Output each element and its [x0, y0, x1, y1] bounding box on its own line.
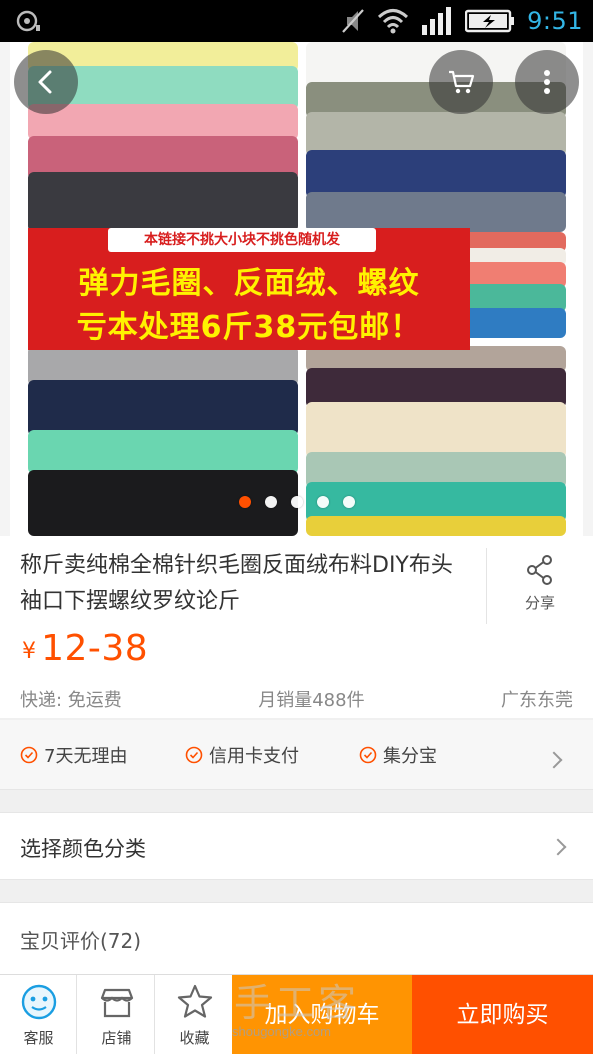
product-title: 称斤卖纯棉全棉针织毛圈反面绒布料DIY布头袖口下摆螺纹罗纹论斤	[20, 553, 453, 614]
cart-button[interactable]	[429, 50, 493, 114]
more-vertical-icon	[544, 70, 550, 94]
price: ¥ 12-38	[22, 628, 148, 669]
bottom-action-bar: 客服 店铺 收藏 加入购物车 立即购买	[0, 974, 593, 1054]
promo-banner-line2: 亏本处理6斤38元包邮！	[76, 310, 422, 345]
favorite-label: 收藏	[179, 1029, 210, 1047]
shopping-cart-icon	[449, 70, 475, 94]
reviews-row[interactable]: 宝贝评价(72)	[0, 902, 593, 974]
divider	[486, 548, 487, 624]
customer-service-icon	[21, 984, 57, 1020]
check-circle-icon	[185, 746, 203, 764]
promo-banner-line1: 弹力毛圈、反面绒、螺纹	[78, 266, 420, 301]
guarantee-item: 信用卡支付	[185, 742, 299, 768]
guarantee-label: 7天无理由	[44, 746, 128, 767]
guarantee-label: 信用卡支付	[209, 746, 299, 767]
share-icon	[527, 555, 552, 585]
wifi-icon	[378, 9, 409, 34]
chevron-right-icon	[549, 838, 567, 856]
price-currency: ¥	[22, 639, 36, 664]
share-label: 分享	[524, 594, 555, 612]
back-button[interactable]	[14, 50, 78, 114]
star-icon	[177, 984, 213, 1018]
more-button[interactable]	[515, 50, 579, 114]
carousel-indicator	[0, 496, 593, 512]
customer-service-label: 客服	[23, 1029, 54, 1047]
customer-service-button[interactable]: 客服	[0, 975, 77, 1054]
status-time: 9:51	[527, 7, 583, 35]
notification-icon	[16, 10, 40, 32]
product-meta: 快递: 免运费 月销量488件 广东东莞	[20, 686, 573, 712]
shop-icon	[100, 988, 134, 1018]
guarantee-label: 集分宝	[383, 746, 437, 767]
chevron-right-icon	[545, 751, 563, 769]
favorite-button[interactable]: 收藏	[156, 975, 233, 1054]
promo-banner-tag: 本链接不挑大小块不挑色随机发	[108, 228, 376, 252]
service-guarantees[interactable]: 7天无理由 信用卡支付 集分宝	[0, 720, 593, 790]
battery-charging-icon	[465, 9, 515, 33]
product-info: 称斤卖纯棉全棉针织毛圈反面绒布料DIY布头袖口下摆螺纹罗纹论斤 分享 ¥ 12-…	[0, 536, 593, 718]
product-image-carousel[interactable]: 本链接不挑大小块不挑色随机发 弹力毛圈、反面绒、螺纹 亏本处理6斤38元包邮！	[0, 42, 593, 536]
guarantee-item: 7天无理由	[20, 742, 127, 768]
monthly-sales: 月销量488件	[258, 690, 365, 711]
carousel-dot	[238, 496, 251, 508]
carousel-dot	[264, 496, 277, 508]
sku-select-row[interactable]: 选择颜色分类	[0, 812, 593, 880]
signal-icon	[422, 7, 452, 35]
guarantee-item: 集分宝	[359, 742, 437, 768]
ship-from-location: 广东东莞	[501, 690, 573, 711]
buy-now-button[interactable]: 立即购买	[412, 975, 593, 1054]
shop-button[interactable]: 店铺	[78, 975, 155, 1054]
add-to-cart-button[interactable]: 加入购物车	[232, 975, 412, 1054]
promo-banner: 本链接不挑大小块不挑色随机发 弹力毛圈、反面绒、螺纹 亏本处理6斤38元包邮！	[28, 228, 470, 350]
reviews-label: 宝贝评价(72)	[20, 929, 142, 953]
status-bar: 9:51	[0, 0, 593, 42]
chevron-left-icon	[38, 70, 52, 94]
price-value: 12-38	[41, 628, 149, 669]
product-image: 本链接不挑大小块不挑色随机发 弹力毛圈、反面绒、螺纹 亏本处理6斤38元包邮！	[10, 42, 583, 536]
carousel-dot	[290, 496, 303, 508]
carousel-dot	[316, 496, 329, 508]
check-circle-icon	[20, 746, 38, 764]
share-button[interactable]: 分享	[500, 554, 580, 613]
shop-label: 店铺	[101, 1029, 132, 1047]
carousel-dot	[342, 496, 355, 508]
check-circle-icon	[359, 746, 377, 764]
mute-icon	[342, 9, 364, 33]
sku-select-label: 选择颜色分类	[20, 837, 146, 861]
shipping-info: 快递: 免运费	[20, 690, 122, 711]
